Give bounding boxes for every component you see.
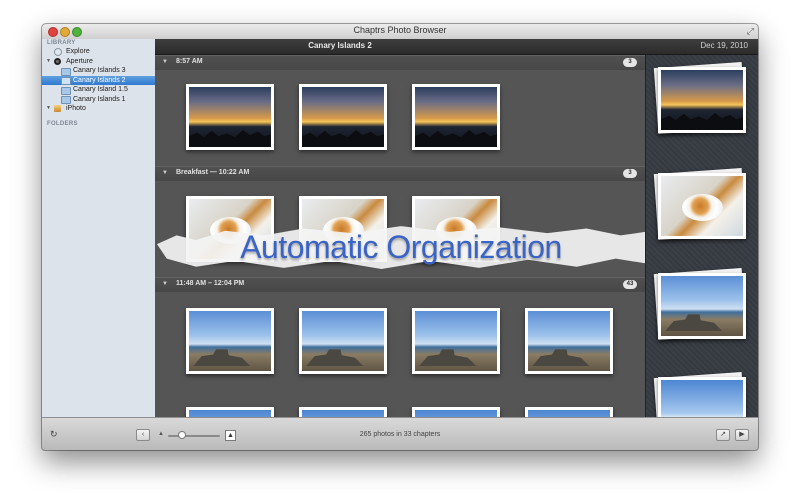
photo-thumbnail[interactable] <box>299 407 387 417</box>
disclosure-triangle-icon[interactable]: ▼ <box>46 104 51 114</box>
photo-thumbnail[interactable] <box>525 407 613 417</box>
photo-image <box>528 311 610 371</box>
iphoto-icon <box>54 105 61 112</box>
chapter-count-badge: 3 <box>623 169 637 178</box>
photo-image <box>415 410 497 417</box>
status-text: 265 photos in 33 chapters <box>359 431 441 438</box>
album-icon <box>61 86 71 95</box>
photo-image <box>302 87 384 147</box>
album-date: Dec 19, 2010 <box>700 41 748 50</box>
chapter-label: 8:57 AM <box>176 58 203 65</box>
disclosure-triangle-icon[interactable]: ▼ <box>46 57 51 67</box>
library-header: LIBRARY <box>47 40 76 46</box>
album-title: Canary Islands 2 <box>308 41 372 50</box>
photo-image <box>661 176 743 236</box>
disclosure-triangle-icon[interactable]: ▼ <box>162 170 168 176</box>
chapter-section: ▼ 8:57 AM 3 <box>155 55 645 167</box>
sidebar: LIBRARY Explore ▼ Aperture Canary Island… <box>42 39 156 432</box>
slideshow-button[interactable]: ▶ <box>735 429 749 441</box>
sidebar-item-label: Explore <box>66 48 90 55</box>
album-header: Canary Islands 2 Dec 19, 2010 <box>155 39 758 55</box>
photo-thumbnail[interactable] <box>186 308 274 374</box>
album-icon <box>61 77 71 85</box>
photo-image <box>189 87 271 147</box>
bottom-toolbar: ↻ ‹ ▲ ▲ 265 photos in 33 chapters ↗ ▶ <box>42 417 758 450</box>
banner-text: Automatic Organization <box>240 229 562 265</box>
sidebar-item-aperture[interactable]: ▼ Aperture <box>42 57 155 67</box>
photo-thumbnail[interactable] <box>412 407 500 417</box>
photo-thumbnail[interactable] <box>412 84 500 150</box>
stack-front-photo <box>658 173 746 239</box>
photo-thumbnail[interactable] <box>299 308 387 374</box>
photo-image <box>302 410 384 417</box>
sidebar-item-canary-islands-2[interactable]: Canary Islands 2 <box>42 75 155 85</box>
feature-banner: Automatic Organization <box>157 212 645 282</box>
photo-image <box>661 70 743 130</box>
photo-thumbnail[interactable] <box>412 308 500 374</box>
sidebar-item-label: Aperture <box>66 57 93 65</box>
stack-front-photo <box>658 67 746 133</box>
chapter-header[interactable]: ▼ Breakfast — 10:22 AM 3 <box>155 166 645 181</box>
aperture-icon <box>54 57 61 65</box>
explore-icon <box>54 48 62 56</box>
sidebar-item-label: Canary Islands 2 <box>73 76 126 84</box>
photo-image <box>189 410 271 417</box>
chapter-overview-strip[interactable] <box>645 55 758 444</box>
photo-image <box>415 87 497 147</box>
stack-front-photo <box>658 273 746 339</box>
chapter-label: Breakfast — 10:22 AM <box>176 169 250 176</box>
fullscreen-icon[interactable]: ⤢ <box>747 26 754 37</box>
photo-image <box>302 311 384 371</box>
title-bar: Chaptrs Photo Browser ⤢ <box>42 24 758 40</box>
window-title: Chaptrs Photo Browser <box>353 25 447 35</box>
folders-header: FOLDERS <box>47 120 78 127</box>
disclosure-triangle-icon[interactable]: ▼ <box>162 59 168 65</box>
photo-image <box>189 311 271 371</box>
sidebar-item-label: iPhoto <box>66 105 86 112</box>
sidebar-item-explore[interactable]: Explore <box>42 47 155 57</box>
chapter-count-badge: 3 <box>623 58 637 67</box>
photo-thumbnail[interactable] <box>299 84 387 150</box>
share-button[interactable]: ↗ <box>716 429 730 441</box>
sidebar-item-canary-islands-1[interactable]: Canary Islands 1 <box>42 95 155 104</box>
sidebar-item-canary-island-1-5[interactable]: Canary Island 1.5 <box>42 85 155 95</box>
sidebar-item-iphoto[interactable]: ▼ iPhoto <box>42 104 155 114</box>
sidebar-item-label: Canary Islands 3 <box>73 67 126 74</box>
photo-image <box>661 276 743 336</box>
sidebar-item-canary-islands-3[interactable]: Canary Islands 3 <box>42 66 155 76</box>
photo-image <box>528 410 610 417</box>
photo-thumbnail[interactable] <box>186 407 274 417</box>
sidebar-item-label: Canary Islands 1 <box>73 95 126 103</box>
chapter-header[interactable]: ▼ 8:57 AM 3 <box>155 55 645 70</box>
photo-thumbnail[interactable] <box>186 84 274 150</box>
sidebar-item-label: Canary Island 1.5 <box>73 86 128 93</box>
album-icon <box>61 67 71 76</box>
photo-image <box>415 311 497 371</box>
chapter-section: ▼ 11:48 AM – 12:04 PM 43 <box>155 277 645 417</box>
album-icon <box>61 96 71 104</box>
photo-thumbnail[interactable] <box>525 308 613 374</box>
